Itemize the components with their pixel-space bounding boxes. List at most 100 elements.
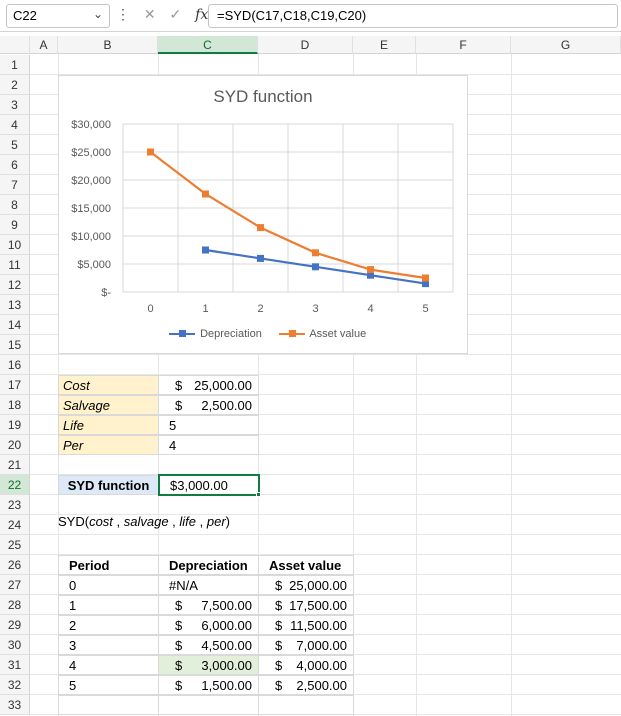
salvage-value-cell[interactable]: $ 2,500.00 (158, 395, 259, 415)
row-header-10[interactable]: 10 (0, 235, 30, 255)
column-headers: A B C D E F G (0, 36, 621, 54)
column-header-d[interactable]: D (258, 36, 353, 54)
x-tick-label: 5 (422, 303, 428, 315)
row-header-28[interactable]: 28 (0, 595, 30, 615)
series-point-1[interactable] (367, 266, 374, 274)
row-header-30[interactable]: 30 (0, 635, 30, 655)
series-point-1[interactable] (257, 224, 264, 232)
cost-label[interactable]: Cost (58, 375, 159, 395)
row-header-17[interactable]: 17 (0, 375, 30, 395)
depreciation-cell[interactable]: $4,500.00 (158, 635, 259, 655)
asset-value-cell[interactable]: $7,000.00 (258, 635, 354, 655)
asset-value-cell[interactable]: $25,000.00 (258, 575, 354, 595)
row-header-24[interactable]: 24 (0, 515, 30, 535)
row-header-1[interactable]: 1 (0, 55, 30, 75)
asset-value-cell[interactable]: $11,500.00 (258, 615, 354, 635)
formula-input[interactable]: =SYD(C17,C18,C19,C20) (208, 4, 618, 28)
row-header-4[interactable]: 4 (0, 115, 30, 135)
column-header-g[interactable]: G (511, 36, 621, 54)
asset-value-cell[interactable]: $17,500.00 (258, 595, 354, 615)
depreciation-cell[interactable]: #N/A (158, 575, 259, 595)
cancel-icon[interactable]: ✕ (144, 6, 156, 23)
table-header[interactable]: Depreciation (158, 555, 259, 575)
period-cell[interactable]: 2 (58, 615, 159, 635)
depreciation-cell[interactable]: $3,000.00 (158, 655, 259, 675)
row-header-29[interactable]: 29 (0, 615, 30, 635)
asset-value-cell[interactable]: $2,500.00 (258, 675, 354, 695)
select-all-corner[interactable] (0, 36, 30, 54)
row-header-7[interactable]: 7 (0, 175, 30, 195)
row-header-25[interactable]: 25 (0, 535, 30, 555)
name-box-value: C22 (13, 8, 37, 23)
fill-handle[interactable] (256, 492, 261, 497)
cost-currency: $ (175, 378, 183, 393)
column-header-a[interactable]: A (30, 36, 58, 54)
row-header-18[interactable]: 18 (0, 395, 30, 415)
chevron-down-icon[interactable]: ⌄ (93, 7, 103, 21)
row-header-14[interactable]: 14 (0, 315, 30, 335)
period-cell[interactable]: 3 (58, 635, 159, 655)
series-point-0[interactable] (202, 246, 209, 254)
row-header-12[interactable]: 12 (0, 275, 30, 295)
cost-value-cell[interactable]: $ 25,000.00 (158, 375, 259, 395)
row-header-22[interactable]: 22 (0, 475, 30, 495)
life-value[interactable]: 5 (158, 415, 259, 435)
syd-function-label[interactable]: SYD function (58, 475, 159, 495)
row-header-13[interactable]: 13 (0, 295, 30, 315)
row-header-27[interactable]: 27 (0, 575, 30, 595)
depreciation-cell[interactable]: $1,500.00 (158, 675, 259, 695)
row-header-2[interactable]: 2 (0, 75, 30, 95)
column-header-b[interactable]: B (58, 36, 158, 54)
row-header-20[interactable]: 20 (0, 435, 30, 455)
row-header-15[interactable]: 15 (0, 335, 30, 355)
row-header-9[interactable]: 9 (0, 215, 30, 235)
asset-value-cell[interactable]: $4,000.00 (258, 655, 354, 675)
enter-icon[interactable]: ✓ (170, 6, 182, 23)
row-header-11[interactable]: 11 (0, 255, 30, 275)
name-box[interactable]: C22 ⌄ (6, 4, 110, 28)
depreciation-cell[interactable]: $7,500.00 (158, 595, 259, 615)
series-point-0[interactable] (257, 254, 264, 262)
active-cell-c22[interactable]: $3,000.00 (158, 474, 260, 496)
period-cell[interactable]: 1 (58, 595, 159, 615)
column-header-e[interactable]: E (353, 36, 416, 54)
period-cell[interactable]: 5 (58, 675, 159, 695)
salvage-label[interactable]: Salvage (58, 395, 159, 415)
asset-value: 7,000.00 (296, 638, 347, 653)
row-header-6[interactable]: 6 (0, 155, 30, 175)
series-point-1[interactable] (312, 249, 319, 257)
row-header-33[interactable]: 33 (0, 695, 30, 715)
row-header-26[interactable]: 26 (0, 555, 30, 575)
syd-chart[interactable]: SYD function $30,000 $25,000 $20,000 $15,00… (58, 75, 468, 354)
row-header-19[interactable]: 19 (0, 415, 30, 435)
column-header-f[interactable]: F (416, 36, 511, 54)
table-header[interactable]: Period (58, 555, 159, 575)
y-tick-label: $- (101, 287, 111, 299)
row-header-32[interactable]: 32 (0, 675, 30, 695)
per-label[interactable]: Per (58, 435, 159, 455)
row-header-31[interactable]: 31 (0, 655, 30, 675)
series-point-1[interactable] (202, 190, 209, 198)
column-header-c[interactable]: C (158, 36, 258, 54)
row-header-21[interactable]: 21 (0, 455, 30, 475)
y-tick-label: $10,000 (71, 231, 111, 243)
series-point-1[interactable] (147, 148, 154, 156)
period-cell[interactable]: 4 (58, 655, 159, 675)
row-header-23[interactable]: 23 (0, 495, 30, 515)
row-header-3[interactable]: 3 (0, 95, 30, 115)
series-point-1[interactable] (422, 274, 429, 282)
table-header[interactable]: Asset value (258, 555, 354, 575)
row-header-16[interactable]: 16 (0, 355, 30, 375)
empty-table-cell[interactable] (158, 695, 259, 715)
depreciation-cell[interactable]: $6,000.00 (158, 615, 259, 635)
empty-table-cell[interactable] (258, 695, 354, 715)
period-cell[interactable]: 0 (58, 575, 159, 595)
row-header-5[interactable]: 5 (0, 135, 30, 155)
more-options-icon[interactable]: ⋮ (116, 6, 130, 23)
series-point-0[interactable] (312, 263, 319, 271)
life-label[interactable]: Life (58, 415, 159, 435)
insert-function-icon[interactable]: fx (195, 7, 208, 23)
row-header-8[interactable]: 8 (0, 195, 30, 215)
per-value[interactable]: 4 (158, 435, 259, 455)
empty-table-cell[interactable] (58, 695, 159, 715)
